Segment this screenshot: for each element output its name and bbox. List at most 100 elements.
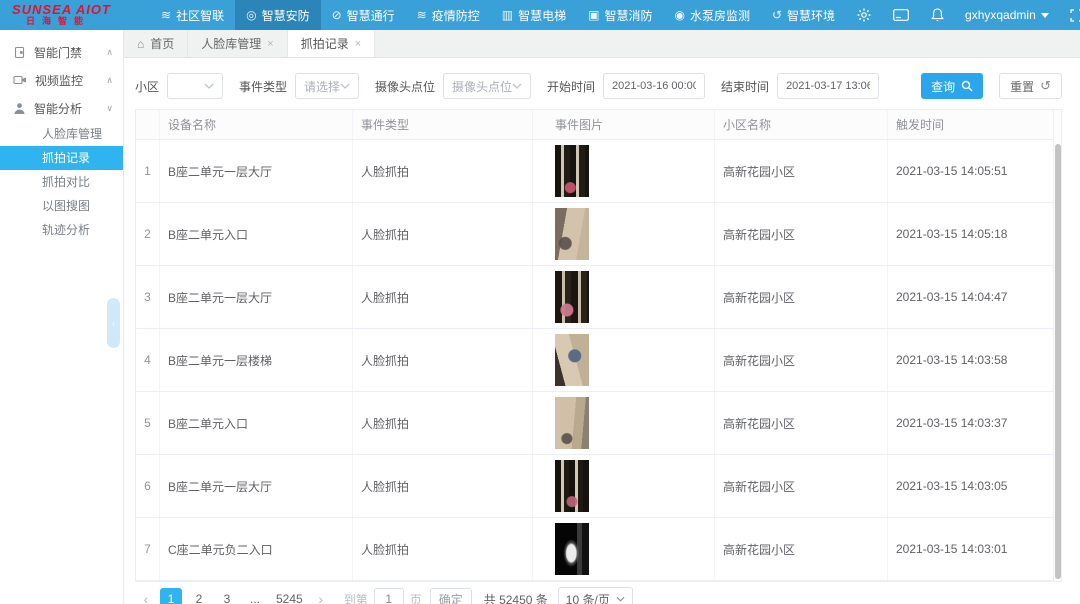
chevron-icon: ∧ bbox=[106, 47, 113, 58]
capture-snapshot-image[interactable] bbox=[555, 271, 589, 323]
logo-line2: 日海智能 bbox=[12, 17, 150, 27]
page-number-button[interactable]: ... bbox=[244, 588, 266, 604]
camera-select[interactable]: 摄像头点位 bbox=[443, 73, 531, 99]
reset-icon: ↺ bbox=[1040, 78, 1051, 94]
nav-label: 智慧通行 bbox=[347, 7, 395, 24]
page-number-button[interactable]: 3 bbox=[216, 588, 238, 604]
sidebar-subitem[interactable]: 抓拍对比 bbox=[0, 170, 123, 194]
sidebar-subitem-label: 人脸库管理 bbox=[42, 127, 102, 141]
end-time-input[interactable] bbox=[777, 73, 879, 99]
nav-label: 智慧环境 bbox=[787, 7, 835, 24]
row-index: 3 bbox=[136, 266, 160, 328]
sidebar-group-smart-analysis[interactable]: 智能分析 ∨ bbox=[0, 94, 123, 122]
topbar-nav: ≋ 社区智联 ◎ 智慧安防 ⊘ 智慧通行 ≋ 疫情防控 ▥ 智慧电梯 bbox=[150, 0, 846, 30]
sidebar-subitem[interactable]: 人脸库管理 bbox=[0, 122, 123, 146]
page-tab[interactable]: ⌂ 抓拍记录 × bbox=[288, 30, 375, 57]
trigger-time-cell: 2021-03-15 14:03:05 bbox=[888, 455, 1061, 517]
sidebar-subitem[interactable]: 轨迹分析 bbox=[0, 218, 123, 242]
topbar-nav-item[interactable]: ▥ 智慧电梯 bbox=[491, 0, 577, 30]
device-name-cell: B座二单元一层大厅 bbox=[160, 140, 353, 202]
sidebar-subitem[interactable]: 抓拍记录 bbox=[0, 146, 123, 170]
community-name-cell: 高新花园小区 bbox=[715, 392, 888, 454]
topbar-nav-item[interactable]: ◉ 水泵房监测 bbox=[663, 0, 761, 30]
goto-confirm-button[interactable]: 确定 bbox=[430, 588, 472, 604]
nav-label: 智慧电梯 bbox=[518, 7, 566, 24]
page-tab[interactable]: ⌂ 人脸库管理 × bbox=[188, 30, 287, 57]
event-image-cell bbox=[533, 203, 715, 265]
page-tab[interactable]: ⌂ 首页 × bbox=[124, 30, 188, 57]
row-index: 7 bbox=[136, 518, 160, 580]
topbar-nav-item[interactable]: ↺ 智慧环境 bbox=[761, 0, 846, 30]
topbar-nav-item[interactable]: ▣ 智慧消防 bbox=[577, 0, 663, 30]
sidebar-group-door-access[interactable]: 智能门禁 ∧ bbox=[0, 38, 123, 66]
trigger-time-cell: 2021-03-15 14:05:18 bbox=[888, 203, 1061, 265]
goto-page-input[interactable] bbox=[374, 588, 404, 604]
page-number-button[interactable]: 5245 bbox=[272, 588, 307, 604]
topbar-nav-item[interactable]: ⊘ 智慧通行 bbox=[321, 0, 406, 30]
column-header-index bbox=[136, 110, 160, 139]
settings-gear-icon[interactable] bbox=[846, 0, 882, 30]
close-icon[interactable]: × bbox=[355, 38, 361, 50]
nav-label: 疫情防控 bbox=[432, 7, 480, 24]
device-name-cell: B座二单元一层楼梯 bbox=[160, 329, 353, 391]
event-type-cell: 人脸抓拍 bbox=[353, 140, 533, 202]
start-time-input[interactable] bbox=[603, 73, 705, 99]
sidebar-subitem[interactable]: 以图搜图 bbox=[0, 194, 123, 218]
camera-select-placeholder: 摄像头点位 bbox=[452, 78, 512, 95]
sidebar-group-video-monitor[interactable]: 视频监控 ∧ bbox=[0, 66, 123, 94]
sidebar-collapse-handle[interactable]: ‹ bbox=[107, 298, 120, 348]
page-number-button[interactable]: 1 bbox=[160, 588, 182, 604]
scrollbar-thumb[interactable] bbox=[1055, 144, 1061, 579]
table-row: 2 B座二单元入口 人脸抓拍 高新花园小区 2021-03-15 14:05:1… bbox=[136, 203, 1061, 266]
page-number-button[interactable]: 2 bbox=[188, 588, 210, 604]
capture-snapshot-image[interactable] bbox=[555, 523, 589, 575]
column-header-community: 小区名称 bbox=[715, 110, 888, 139]
table-row: 1 B座二单元一层大厅 人脸抓拍 高新花园小区 2021-03-15 14:05… bbox=[136, 140, 1061, 203]
reset-button[interactable]: 重置 ↺ bbox=[999, 73, 1062, 99]
capture-snapshot-image[interactable] bbox=[555, 334, 589, 386]
username: gxhyxqadmin bbox=[965, 8, 1036, 22]
fullscreen-icon[interactable] bbox=[1059, 0, 1080, 30]
event-image-cell bbox=[533, 455, 715, 517]
capture-records-table: 设备名称 事件类型 事件图片 小区名称 触发时间 1 B座二单元一层大厅 人脸抓… bbox=[135, 109, 1062, 582]
notification-bell-icon[interactable] bbox=[920, 0, 955, 30]
community-filter-label: 小区 bbox=[135, 78, 159, 95]
table-scrollbar[interactable] bbox=[1053, 110, 1061, 581]
nav-icon: ◉ bbox=[674, 8, 684, 22]
goto-page-prefix: 到第 bbox=[344, 591, 368, 604]
community-name-cell: 高新花园小区 bbox=[715, 140, 888, 202]
nav-icon: ⊘ bbox=[332, 8, 342, 22]
event-type-filter-label: 事件类型 bbox=[239, 78, 287, 95]
search-button-label: 查询 bbox=[931, 78, 955, 95]
sidebar-subitem-label: 抓拍记录 bbox=[42, 151, 90, 165]
search-icon bbox=[961, 80, 973, 92]
next-page-button[interactable]: › bbox=[310, 588, 332, 604]
event-type-select[interactable]: 请选择 bbox=[295, 73, 359, 99]
tab-label: 抓拍记录 bbox=[301, 35, 349, 52]
message-card-icon[interactable] bbox=[882, 0, 920, 30]
sidebar-subitem-label: 以图搜图 bbox=[42, 199, 90, 213]
community-name-cell: 高新花园小区 bbox=[715, 455, 888, 517]
capture-snapshot-image[interactable] bbox=[555, 397, 589, 449]
search-button[interactable]: 查询 bbox=[921, 73, 983, 99]
prev-page-button[interactable]: ‹ bbox=[135, 588, 157, 604]
chevron-down-icon bbox=[204, 83, 214, 89]
content-area: 小区 事件类型 请选择 摄像头点位 摄像头点位 开始时间 结束时间 bbox=[124, 58, 1080, 604]
collapse-arrow-icon: ‹ bbox=[112, 319, 115, 328]
topbar-nav-item[interactable]: ≋ 疫情防控 bbox=[406, 0, 491, 30]
camera-filter-label: 摄像头点位 bbox=[375, 78, 435, 95]
capture-snapshot-image[interactable] bbox=[555, 460, 589, 512]
community-select[interactable] bbox=[167, 73, 223, 99]
close-icon[interactable]: × bbox=[267, 38, 273, 50]
topbar-nav-item[interactable]: ≋ 社区智联 bbox=[150, 0, 235, 30]
user-menu[interactable]: gxhyxqadmin bbox=[955, 8, 1059, 22]
page-size-select[interactable]: 10 条/页 bbox=[558, 587, 633, 604]
device-name-cell: B座二单元入口 bbox=[160, 203, 353, 265]
start-time-label: 开始时间 bbox=[547, 78, 595, 95]
nav-label: 水泵房监测 bbox=[690, 7, 750, 24]
capture-snapshot-image[interactable] bbox=[555, 208, 589, 260]
topbar-nav-item[interactable]: ◎ 智慧安防 bbox=[235, 0, 321, 30]
trigger-time-cell: 2021-03-15 14:04:47 bbox=[888, 266, 1061, 328]
nav-icon: ↺ bbox=[772, 8, 782, 22]
capture-snapshot-image[interactable] bbox=[555, 145, 589, 197]
